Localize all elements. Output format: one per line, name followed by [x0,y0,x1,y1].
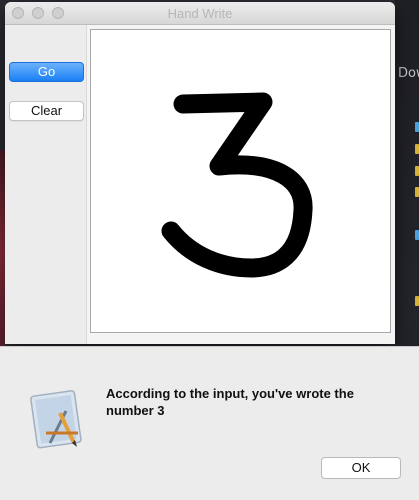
title-bar[interactable]: Hand Write [5,2,395,25]
background-code-marker [415,166,419,176]
clear-button[interactable]: Clear [9,101,84,121]
drawing-canvas[interactable] [90,29,391,333]
handwritten-digit-drawing [161,92,313,278]
go-button[interactable]: Go [9,62,84,82]
background-code-marker [415,296,419,306]
digit-stroke [161,92,313,278]
background-partial-text: Dow [398,66,419,81]
sidebar: Go Clear [5,25,86,344]
alert-message: According to the input, you've wrote the… [106,386,354,418]
hand-write-window: Hand Write Go Clear [5,2,395,344]
drawing-area-frame [86,25,395,344]
window-title: Hand Write [167,6,233,21]
result-alert: According to the input, you've wrote the… [0,346,419,500]
ok-button[interactable]: OK [321,457,401,479]
background-code-marker [415,187,419,197]
background-code-marker [415,230,419,240]
background-code-marker [415,122,419,132]
background-code-marker [415,144,419,154]
app-icon [30,390,82,449]
